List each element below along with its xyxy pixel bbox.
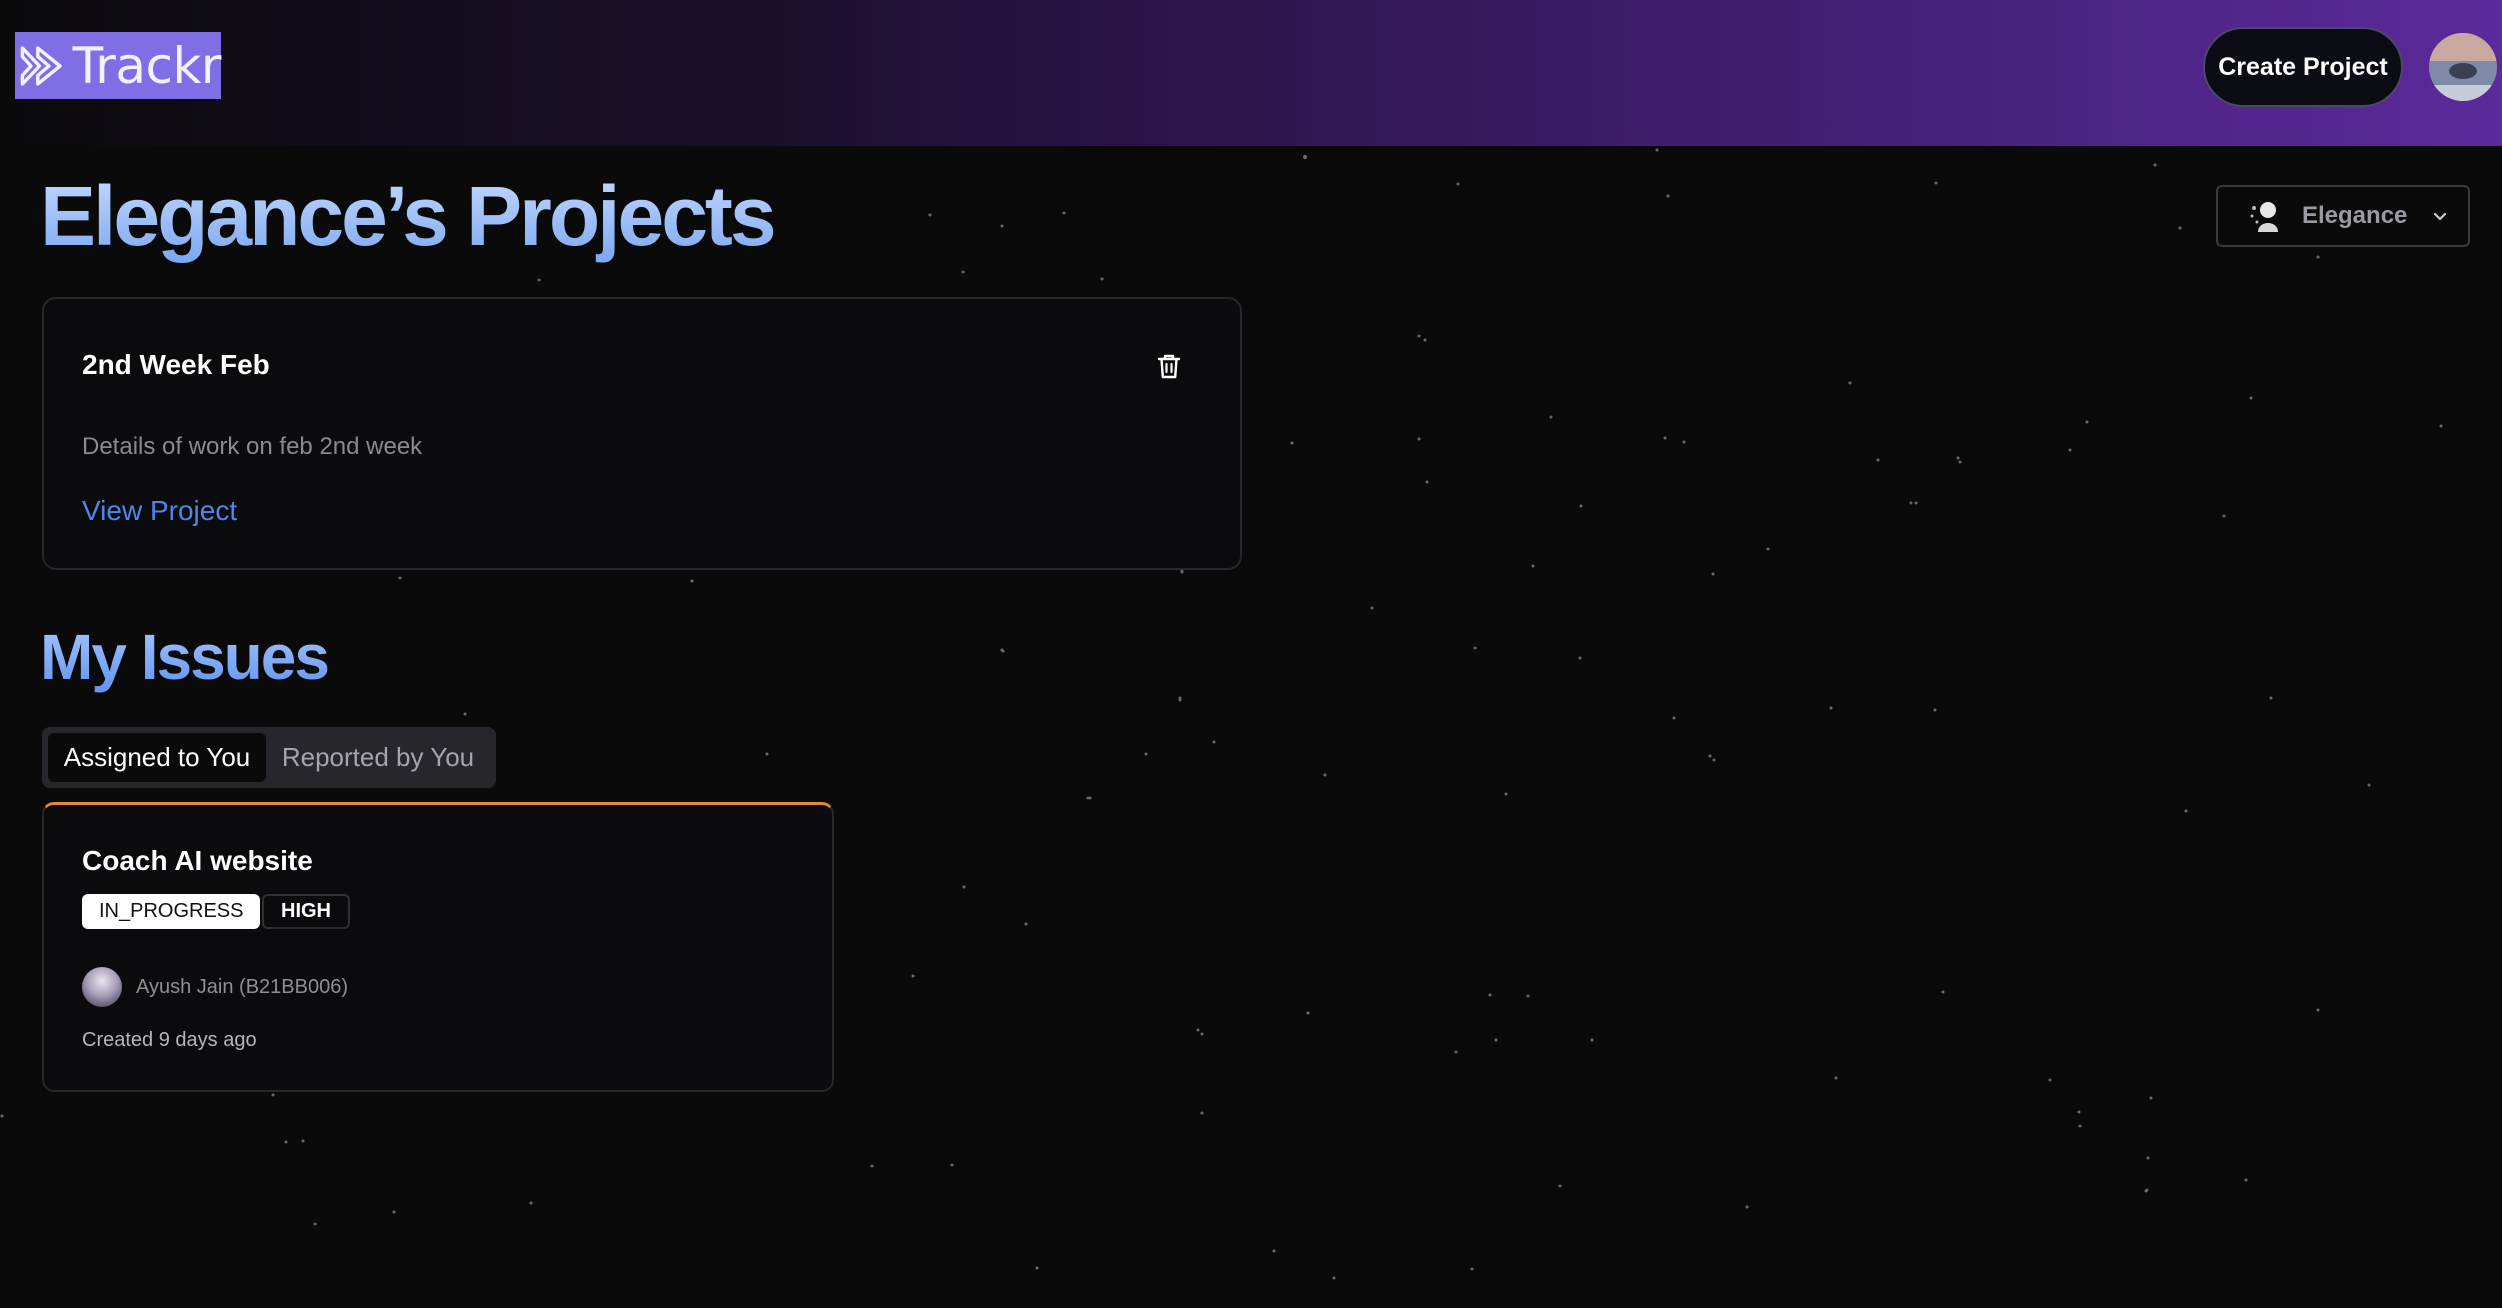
project-title: 2nd Week Feb — [82, 349, 270, 380]
page-title: Elegance’s Projects — [40, 169, 777, 263]
assignee-name: Ayush Jain (B21BB006) — [136, 976, 348, 998]
status-badge: IN_PROGRESS — [82, 894, 261, 929]
organization-name: Elegance — [2302, 202, 2408, 229]
project-description: Details of work on feb 2nd week — [82, 433, 423, 460]
project-card: 2nd Week Feb Details of work on feb 2nd … — [42, 297, 1242, 570]
tab-reported-by-you[interactable]: Reported by You — [266, 733, 490, 782]
my-issues-title: My Issues — [40, 621, 330, 693]
created-timestamp: Created 9 days ago — [82, 1029, 257, 1051]
view-project-link[interactable]: View Project — [82, 495, 237, 527]
issue-card[interactable]: Coach AI website IN_PROGRESS HIGH Ayush … — [42, 802, 834, 1092]
issues-tabs: Assigned to You Reported by You — [42, 727, 496, 788]
avatar-photo-icon — [2429, 33, 2497, 101]
assignee-avatar — [82, 967, 122, 1007]
trackr-logo[interactable]: Trackr — [15, 32, 222, 99]
trash-icon[interactable] — [1154, 351, 1184, 381]
top-navbar: Trackr Create Project — [0, 0, 2502, 146]
logo-text: Trackr — [72, 36, 222, 95]
logo-chevrons-icon — [20, 45, 62, 86]
organization-switcher[interactable]: Elegance — [2216, 185, 2470, 247]
chevron-down-icon — [2434, 212, 2447, 221]
tab-assigned-to-you[interactable]: Assigned to You — [48, 733, 266, 782]
priority-badge: HIGH — [262, 894, 350, 929]
issue-title: Coach AI website — [82, 845, 313, 876]
create-project-button[interactable]: Create Project — [2203, 27, 2403, 107]
user-avatar[interactable] — [2429, 33, 2497, 101]
organization-avatar-icon — [2250, 202, 2278, 232]
